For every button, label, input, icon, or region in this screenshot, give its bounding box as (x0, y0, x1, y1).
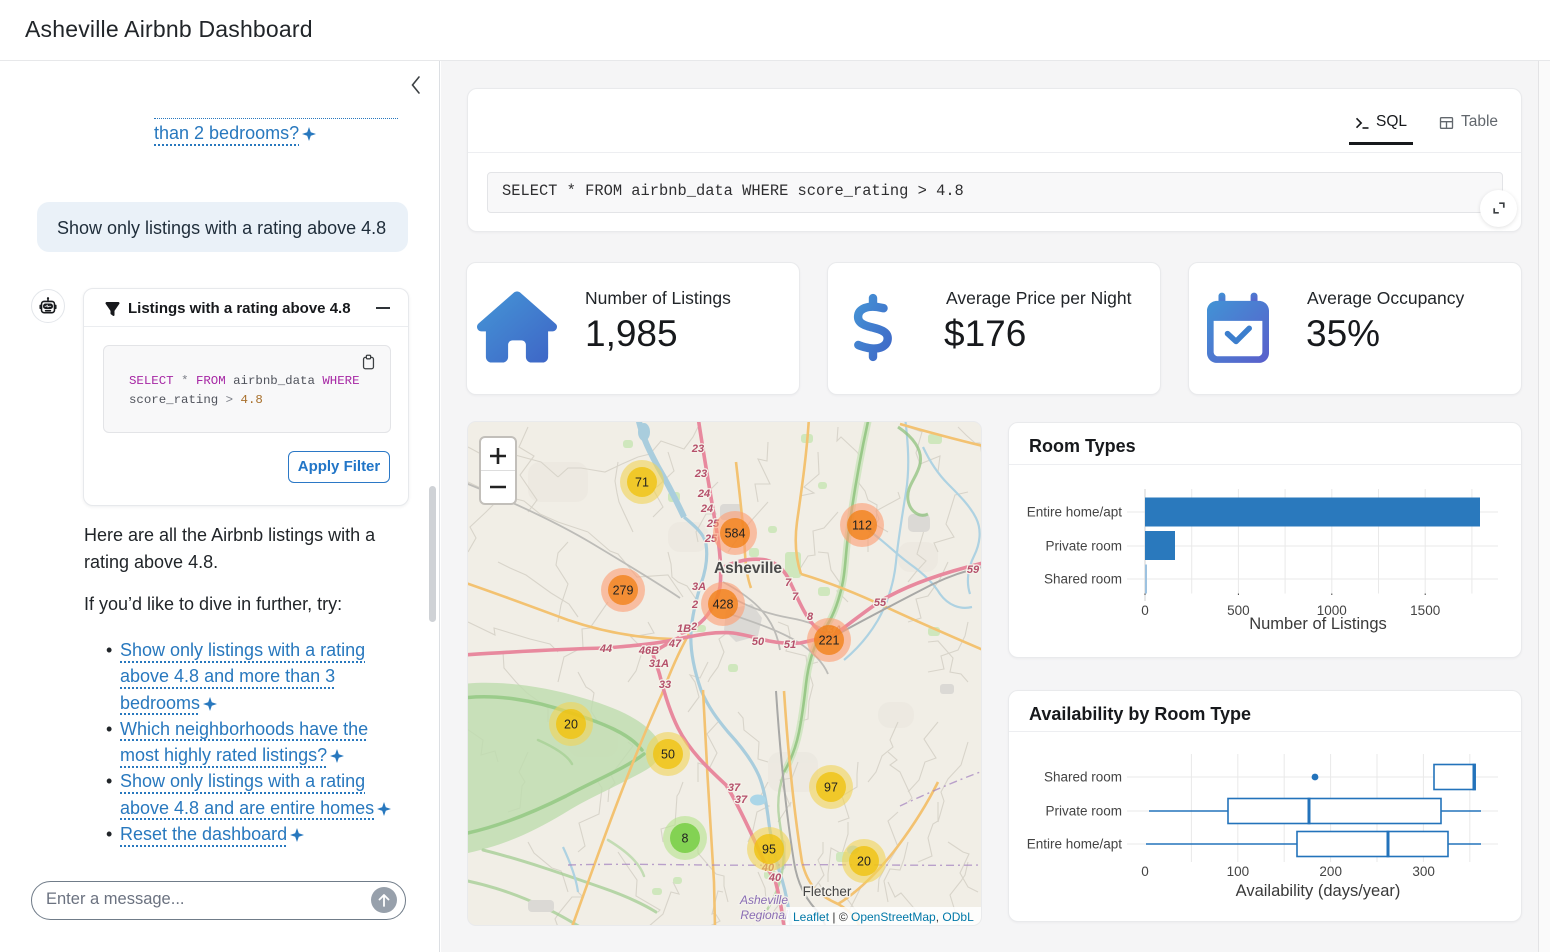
svg-text:8: 8 (682, 832, 689, 846)
svg-text:0: 0 (1141, 864, 1149, 879)
svg-text:Shared room: Shared room (1044, 770, 1122, 785)
svg-text:584: 584 (725, 527, 746, 541)
svg-text:20: 20 (857, 855, 871, 869)
svg-text:Entire home/apt: Entire home/apt (1027, 505, 1123, 520)
svg-text:55: 55 (874, 597, 887, 609)
svg-text:23: 23 (691, 443, 704, 455)
svg-text:31A: 31A (649, 658, 669, 670)
svg-text:Leaflet | © OpenStreetMap, ODb: Leaflet | © OpenStreetMap, ODbL (793, 910, 974, 924)
svg-text:37: 37 (728, 782, 741, 794)
svg-text:279: 279 (613, 584, 634, 598)
svg-text:7: 7 (785, 577, 792, 589)
svg-text:Number of Listings: Number of Listings (1249, 615, 1387, 633)
svg-text:71: 71 (635, 476, 649, 490)
svg-text:40: 40 (768, 872, 782, 884)
svg-text:8: 8 (807, 611, 814, 623)
svg-text:Fletcher: Fletcher (803, 884, 852, 899)
svg-text:200: 200 (1319, 864, 1342, 879)
svg-text:44: 44 (599, 643, 612, 655)
svg-text:Regional: Regional (740, 908, 788, 922)
svg-text:46B: 46B (638, 645, 659, 657)
svg-text:221: 221 (819, 634, 840, 648)
svg-text:37: 37 (735, 794, 748, 806)
svg-text:7: 7 (792, 591, 799, 603)
svg-text:2: 2 (691, 599, 698, 611)
svg-text:20: 20 (564, 718, 578, 732)
svg-text:Shared room: Shared room (1044, 572, 1122, 587)
svg-text:59: 59 (967, 564, 980, 576)
svg-text:428: 428 (713, 598, 734, 612)
svg-text:23: 23 (694, 468, 707, 480)
svg-text:112: 112 (852, 519, 872, 533)
svg-text:1500: 1500 (1410, 603, 1440, 618)
svg-text:97: 97 (824, 781, 838, 795)
svg-text:50: 50 (752, 636, 765, 648)
svg-text:51: 51 (784, 639, 796, 651)
svg-text:300: 300 (1412, 864, 1435, 879)
svg-text:0: 0 (1141, 603, 1149, 618)
svg-text:47: 47 (668, 638, 682, 650)
svg-text:Private room: Private room (1045, 804, 1122, 819)
svg-text:3A: 3A (692, 581, 706, 593)
svg-text:24: 24 (697, 488, 710, 500)
svg-text:Private room: Private room (1045, 539, 1122, 554)
svg-text:Asheville: Asheville (739, 893, 788, 907)
svg-text:50: 50 (661, 748, 675, 762)
svg-text:500: 500 (1227, 603, 1250, 618)
svg-text:95: 95 (762, 843, 776, 857)
svg-text:1B: 1B (677, 623, 691, 635)
svg-text:33: 33 (659, 679, 671, 691)
svg-text:24: 24 (700, 503, 713, 515)
svg-text:100: 100 (1227, 864, 1250, 879)
svg-text:Entire home/apt: Entire home/apt (1027, 837, 1123, 852)
svg-text:Airport: Airport (745, 923, 782, 926)
svg-text:Asheville: Asheville (714, 560, 782, 577)
svg-text:Availability (days/year): Availability (days/year) (1236, 882, 1401, 900)
